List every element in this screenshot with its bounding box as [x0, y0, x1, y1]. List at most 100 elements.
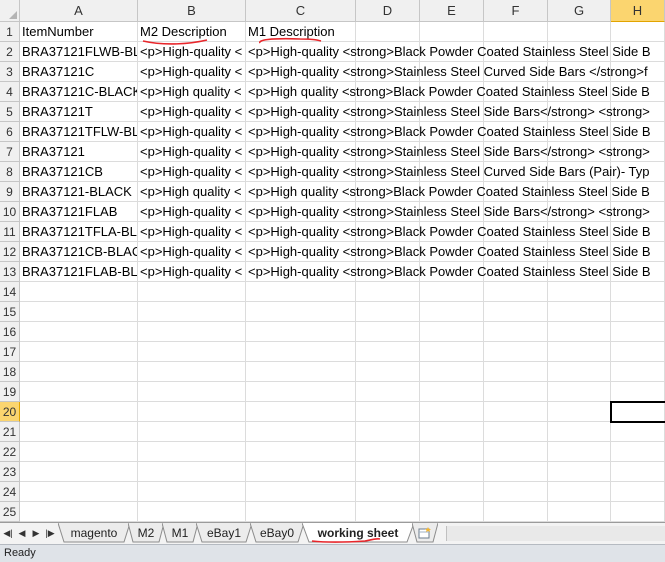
empty-cell[interactable]	[356, 482, 420, 502]
empty-cell[interactable]	[420, 22, 484, 42]
row-header[interactable]: 4	[0, 82, 20, 102]
cell-header-itemnumber[interactable]: ItemNumber	[20, 22, 138, 42]
sheet-tab-working-sheet[interactable]: working sheet	[302, 523, 414, 543]
empty-cell[interactable]	[246, 322, 356, 342]
empty-cell[interactable]	[20, 382, 138, 402]
column-header-f[interactable]: F	[484, 0, 548, 22]
empty-cell[interactable]	[484, 22, 548, 42]
sheet-tab-magento[interactable]: magento	[58, 523, 130, 543]
empty-cell[interactable]	[484, 382, 548, 402]
row-header[interactable]: 1	[0, 22, 20, 42]
empty-cell[interactable]	[246, 342, 356, 362]
spreadsheet-grid[interactable]: A B C D E F G H 1 2 3 4 5 6 7 8 9 10 11 …	[0, 0, 665, 522]
empty-cell[interactable]	[138, 422, 246, 442]
empty-cell[interactable]	[420, 322, 484, 342]
cell-c-row11[interactable]: <p>High-quality <strong>Black Powder Coa…	[246, 222, 651, 242]
cell-b-row9[interactable]: <p>High quality <	[138, 182, 246, 202]
empty-cell[interactable]	[611, 502, 665, 522]
row-header[interactable]: 7	[0, 142, 20, 162]
row-header[interactable]: 12	[0, 242, 20, 262]
empty-cell[interactable]	[548, 442, 611, 462]
cell-c-row5[interactable]: <p>High-quality <strong>Stainless Steel …	[246, 102, 650, 122]
empty-cell[interactable]	[356, 422, 420, 442]
empty-cell[interactable]	[548, 382, 611, 402]
cell-a-row6[interactable]: BRA37121TFLW-BLA	[20, 122, 138, 142]
cell-a-row11[interactable]: BRA37121TFLA-BLA	[20, 222, 138, 242]
empty-cell[interactable]	[20, 362, 138, 382]
cell-b-row11[interactable]: <p>High-quality <	[138, 222, 246, 242]
empty-cell[interactable]	[138, 442, 246, 462]
row-header[interactable]: 6	[0, 122, 20, 142]
cell-b-row10[interactable]: <p>High-quality <	[138, 202, 246, 222]
empty-cell[interactable]	[548, 322, 611, 342]
row-header[interactable]: 24	[0, 482, 20, 502]
empty-cell[interactable]	[20, 482, 138, 502]
cell-b-row3[interactable]: <p>High-quality <	[138, 62, 246, 82]
cell-a-row12[interactable]: BRA37121CB-BLACK	[20, 242, 138, 262]
empty-cell[interactable]	[356, 22, 420, 42]
empty-cell[interactable]	[246, 502, 356, 522]
empty-cell[interactable]	[484, 282, 548, 302]
cell-c-row10[interactable]: <p>High-quality <strong>Stainless Steel …	[246, 202, 650, 222]
empty-cell[interactable]	[611, 362, 665, 382]
cell-header-m1-description[interactable]: M1 Description	[246, 22, 356, 42]
empty-cell[interactable]	[420, 302, 484, 322]
empty-cell[interactable]	[20, 342, 138, 362]
empty-cell[interactable]	[138, 322, 246, 342]
empty-cell[interactable]	[356, 342, 420, 362]
empty-cell[interactable]	[548, 362, 611, 382]
empty-cell[interactable]	[138, 302, 246, 322]
cell-b-row4[interactable]: <p>High quality <	[138, 82, 246, 102]
column-header-b[interactable]: B	[138, 0, 246, 22]
empty-cell[interactable]	[20, 502, 138, 522]
row-header[interactable]: 10	[0, 202, 20, 222]
empty-cell[interactable]	[138, 282, 246, 302]
row-header[interactable]: 15	[0, 302, 20, 322]
empty-cell[interactable]	[138, 402, 246, 422]
empty-cell[interactable]	[138, 382, 246, 402]
column-header-d[interactable]: D	[356, 0, 420, 22]
row-header[interactable]: 14	[0, 282, 20, 302]
cell-b-row12[interactable]: <p>High-quality <	[138, 242, 246, 262]
cell-c-row2[interactable]: <p>High-quality <strong>Black Powder Coa…	[246, 42, 651, 62]
empty-cell[interactable]	[420, 402, 484, 422]
empty-cell[interactable]	[356, 322, 420, 342]
cell-c-row9[interactable]: <p>High quality <strong>Black Powder Coa…	[246, 182, 650, 202]
empty-cell[interactable]	[246, 382, 356, 402]
column-header-c[interactable]: C	[246, 0, 356, 22]
empty-cell[interactable]	[548, 22, 611, 42]
empty-cell[interactable]	[611, 442, 665, 462]
cell-c-row7[interactable]: <p>High-quality <strong>Stainless Steel …	[246, 142, 650, 162]
sheet-tab-ebay1[interactable]: eBay1	[196, 523, 252, 543]
cell-c-row8[interactable]: <p>High-quality <strong>Stainless Steel …	[246, 162, 650, 182]
empty-cell[interactable]	[484, 422, 548, 442]
empty-cell[interactable]	[548, 402, 611, 422]
cell-b-row13[interactable]: <p>High-quality <	[138, 262, 246, 282]
empty-cell[interactable]	[356, 462, 420, 482]
empty-cell[interactable]	[611, 282, 665, 302]
empty-cell[interactable]	[138, 482, 246, 502]
empty-cell[interactable]	[420, 422, 484, 442]
empty-cell[interactable]	[420, 462, 484, 482]
empty-cell[interactable]	[138, 362, 246, 382]
cell-header-m2-description[interactable]: M2 Description	[138, 22, 246, 42]
cell-c-row3[interactable]: <p>High-quality <strong>Stainless Steel …	[246, 62, 648, 82]
row-header[interactable]: 19	[0, 382, 20, 402]
empty-cell[interactable]	[20, 302, 138, 322]
empty-cell[interactable]	[420, 482, 484, 502]
empty-cell[interactable]	[356, 502, 420, 522]
empty-cell[interactable]	[611, 302, 665, 322]
empty-cell[interactable]	[356, 402, 420, 422]
cell-b-row6[interactable]: <p>High-quality <	[138, 122, 246, 142]
empty-cell[interactable]	[484, 342, 548, 362]
row-header[interactable]: 16	[0, 322, 20, 342]
active-cell-selection[interactable]	[610, 401, 665, 423]
last-sheet-button[interactable]: |▶	[44, 526, 56, 540]
select-all-corner[interactable]	[0, 0, 20, 22]
empty-cell[interactable]	[20, 402, 138, 422]
cell-b-row2[interactable]: <p>High-quality <	[138, 42, 246, 62]
cell-b-row5[interactable]: <p>High-quality <	[138, 102, 246, 122]
row-header[interactable]: 8	[0, 162, 20, 182]
empty-cell[interactable]	[484, 402, 548, 422]
empty-cell[interactable]	[246, 282, 356, 302]
